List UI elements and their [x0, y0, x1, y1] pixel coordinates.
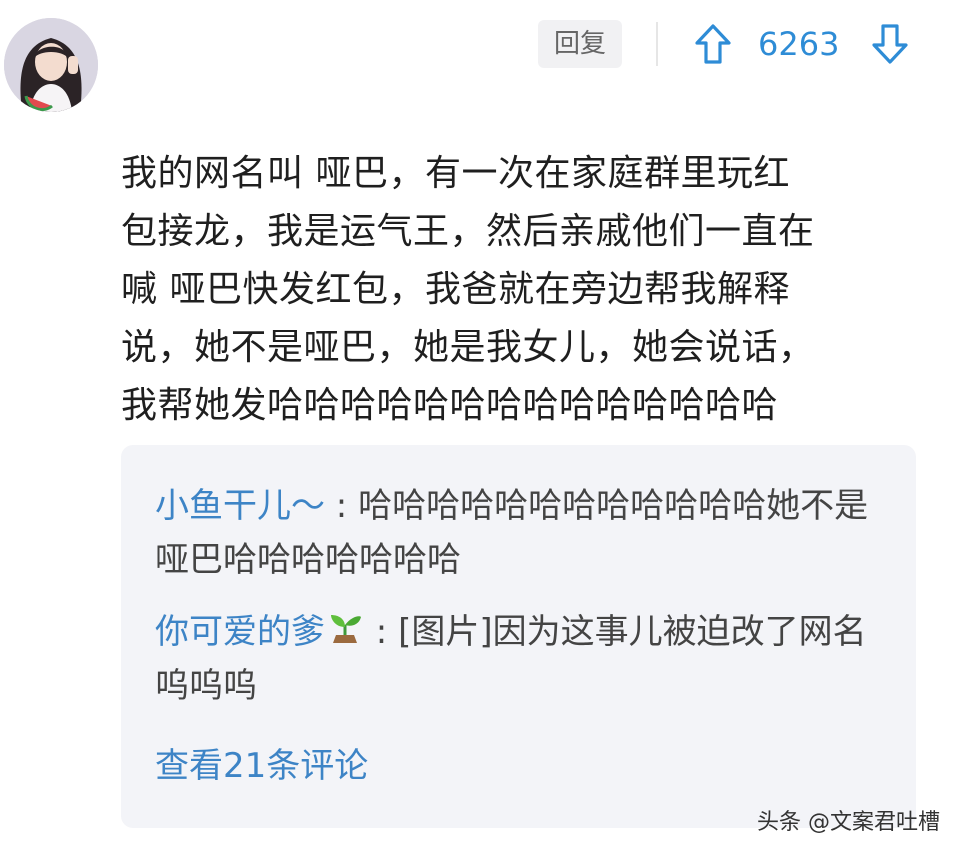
arrow-down-icon[interactable]: [870, 22, 910, 66]
seedling-icon: [331, 615, 361, 643]
arrow-up-icon[interactable]: [693, 22, 733, 66]
reply-separator: :: [365, 612, 399, 652]
divider: [656, 22, 658, 66]
vote-count: 6263: [758, 25, 840, 63]
reply-item: 小鱼干儿～ : 哈哈哈哈哈哈哈哈哈哈哈哈她不是哑巴哈哈哈哈哈哈哈: [155, 479, 875, 587]
reply-button[interactable]: 回复: [538, 20, 622, 68]
reply-username[interactable]: 你可爱的爹: [155, 612, 325, 652]
comment-text: 我的网名叫 哑巴，有一次在家庭群里玩红 包接龙，我是运气王，然后亲戚他们一直在 …: [121, 153, 815, 426]
reply-username[interactable]: 小鱼干儿～: [155, 486, 325, 526]
reply-separator: :: [325, 486, 359, 526]
reply-item: 你可爱的爹 : [图片]因为这事儿被迫改了网名呜呜呜: [155, 605, 875, 713]
avatar-image: [4, 18, 98, 112]
avatar[interactable]: [4, 18, 98, 112]
replies-preview: 小鱼干儿～ : 哈哈哈哈哈哈哈哈哈哈哈哈她不是哑巴哈哈哈哈哈哈哈 你可爱的爹 :…: [121, 445, 916, 828]
view-more-comments-link[interactable]: 查看21条评论: [155, 741, 368, 791]
watermark: 头条 @文案君吐槽: [757, 810, 940, 835]
comment-card: 回复 6263 我的网名叫 哑巴，有一次在家庭群里玩红 包接龙，我是运气王，然后…: [0, 0, 960, 854]
